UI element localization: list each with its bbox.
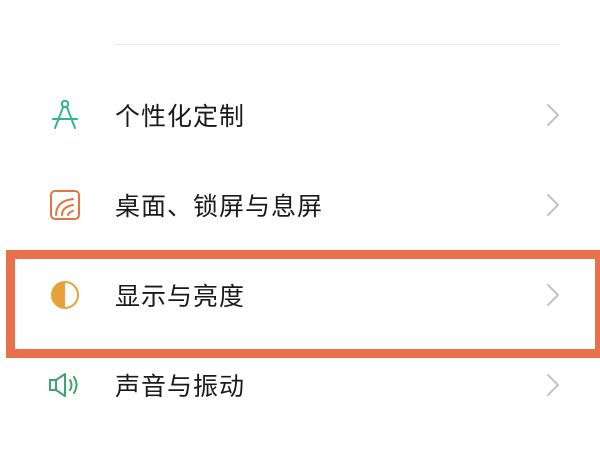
wallpaper-icon	[46, 186, 84, 224]
chevron-right-icon	[543, 100, 563, 130]
settings-item-label: 个性化定制	[115, 102, 246, 131]
settings-item-label: 显示与亮度	[115, 282, 246, 311]
settings-item-desktop-lockscreen[interactable]: 桌面、锁屏与息屏	[0, 170, 600, 240]
settings-item-sound-vibration[interactable]: 声音与振动	[0, 350, 600, 420]
compass-drafting-icon	[46, 96, 84, 134]
settings-item-label: 桌面、锁屏与息屏	[115, 192, 324, 221]
chevron-right-icon	[543, 190, 563, 220]
speaker-icon	[46, 366, 84, 404]
chevron-right-icon	[543, 280, 563, 310]
settings-item-personalization[interactable]: 个性化定制	[0, 80, 600, 150]
settings-item-label: 声音与振动	[115, 372, 246, 401]
settings-page: 个性化定制 桌面、锁屏与息屏 显示与亮度 声音与振动	[0, 0, 600, 450]
top-divider	[115, 44, 560, 45]
brightness-icon	[46, 276, 84, 314]
chevron-right-icon	[543, 370, 563, 400]
settings-item-display-brightness[interactable]: 显示与亮度	[0, 260, 600, 330]
